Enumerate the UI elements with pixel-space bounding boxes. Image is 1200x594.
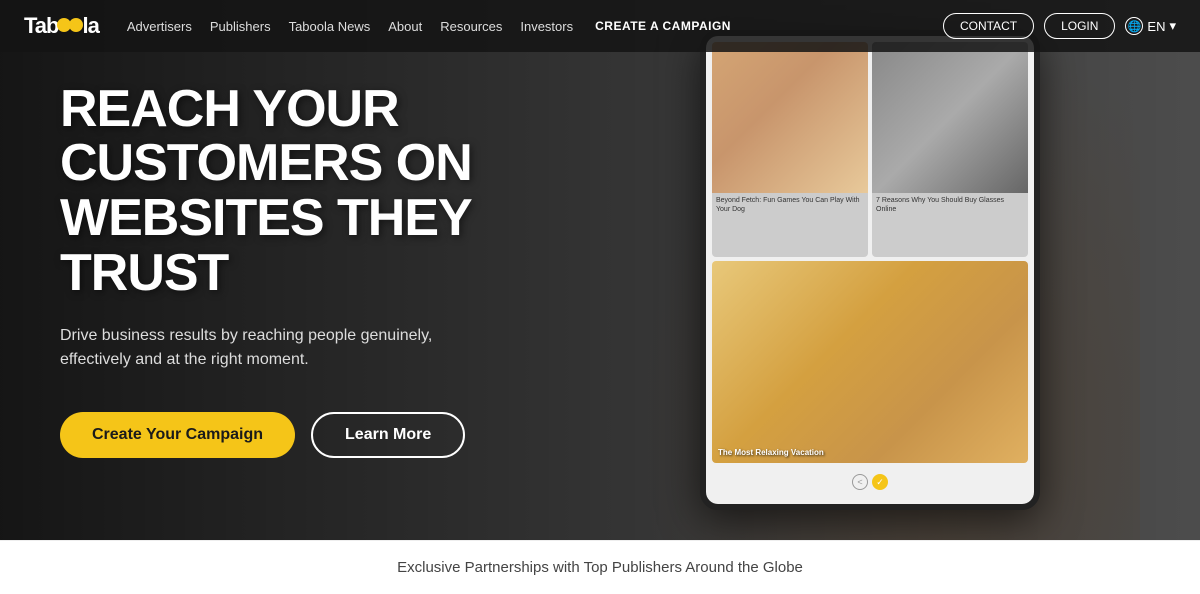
language-switcher[interactable]: 🌐 EN ▾ xyxy=(1125,17,1176,35)
tablet-nav-prev: < xyxy=(852,474,868,490)
tablet-card-dog-text: Beyond Fetch: Fun Games You Can Play Wit… xyxy=(712,193,868,217)
tablet-card-glasses-img xyxy=(872,42,1028,193)
hero-subtitle: Drive business results by reaching peopl… xyxy=(60,324,440,372)
tablet-nav-row: < ✓ xyxy=(712,467,1028,498)
logo[interactable]: Tabla xyxy=(24,13,99,39)
globe-icon: 🌐 xyxy=(1125,17,1143,35)
tablet-card-dog: Beyond Fetch: Fun Games You Can Play Wit… xyxy=(712,42,868,257)
nav-link-about[interactable]: About xyxy=(388,19,422,34)
lang-label: EN xyxy=(1147,19,1165,34)
nav-link-investors[interactable]: Investors xyxy=(520,19,573,34)
nav-links: Advertisers Publishers Taboola News Abou… xyxy=(127,19,943,34)
tablet-card-glasses: 7 Reasons Why You Should Buy Glasses Onl… xyxy=(872,42,1028,257)
hero-content: REACH YOUR CUSTOMERS ON WEBSITES THEY TR… xyxy=(0,0,560,540)
contact-button[interactable]: CONTACT xyxy=(943,13,1034,39)
tablet-big-card-text: The Most Relaxing Vacation xyxy=(718,448,824,457)
create-campaign-button[interactable]: Create Your Campaign xyxy=(60,412,295,458)
tablet-card-big: The Most Relaxing Vacation xyxy=(712,261,1028,463)
hero-section: Beyond Fetch: Fun Games You Can Play Wit… xyxy=(0,0,1200,540)
nav-create-campaign[interactable]: CREATE A CAMPAIGN xyxy=(595,19,731,33)
logo-oo-icon2 xyxy=(69,18,83,32)
tablet-device: Beyond Fetch: Fun Games You Can Play Wit… xyxy=(700,30,1040,510)
nav-link-taboola-news[interactable]: Taboola News xyxy=(289,19,371,34)
footer-bar: Exclusive Partnerships with Top Publishe… xyxy=(0,540,1200,594)
login-button[interactable]: LOGIN xyxy=(1044,13,1115,39)
hero-title: REACH YOUR CUSTOMERS ON WEBSITES THEY TR… xyxy=(60,82,500,300)
nav-link-advertisers[interactable]: Advertisers xyxy=(127,19,192,34)
chevron-down-icon: ▾ xyxy=(1169,18,1176,34)
nav-actions: CONTACT LOGIN 🌐 EN ▾ xyxy=(943,13,1176,39)
tablet-nav-check: ✓ xyxy=(872,474,888,490)
footer-text: Exclusive Partnerships with Top Publishe… xyxy=(397,559,803,576)
tablet-card-dog-img xyxy=(712,42,868,193)
tablet-visual: Beyond Fetch: Fun Games You Can Play Wit… xyxy=(700,30,1120,540)
nav-link-resources[interactable]: Resources xyxy=(440,19,502,34)
navbar: Tabla Advertisers Publishers Taboola New… xyxy=(0,0,1200,52)
tablet-card-glasses-text: 7 Reasons Why You Should Buy Glasses Onl… xyxy=(872,193,1028,217)
tablet-screen: Beyond Fetch: Fun Games You Can Play Wit… xyxy=(706,36,1034,504)
tablet-top-row: Beyond Fetch: Fun Games You Can Play Wit… xyxy=(712,42,1028,257)
hero-buttons: Create Your Campaign Learn More xyxy=(60,412,500,458)
learn-more-button[interactable]: Learn More xyxy=(311,412,465,458)
nav-link-publishers[interactable]: Publishers xyxy=(210,19,271,34)
